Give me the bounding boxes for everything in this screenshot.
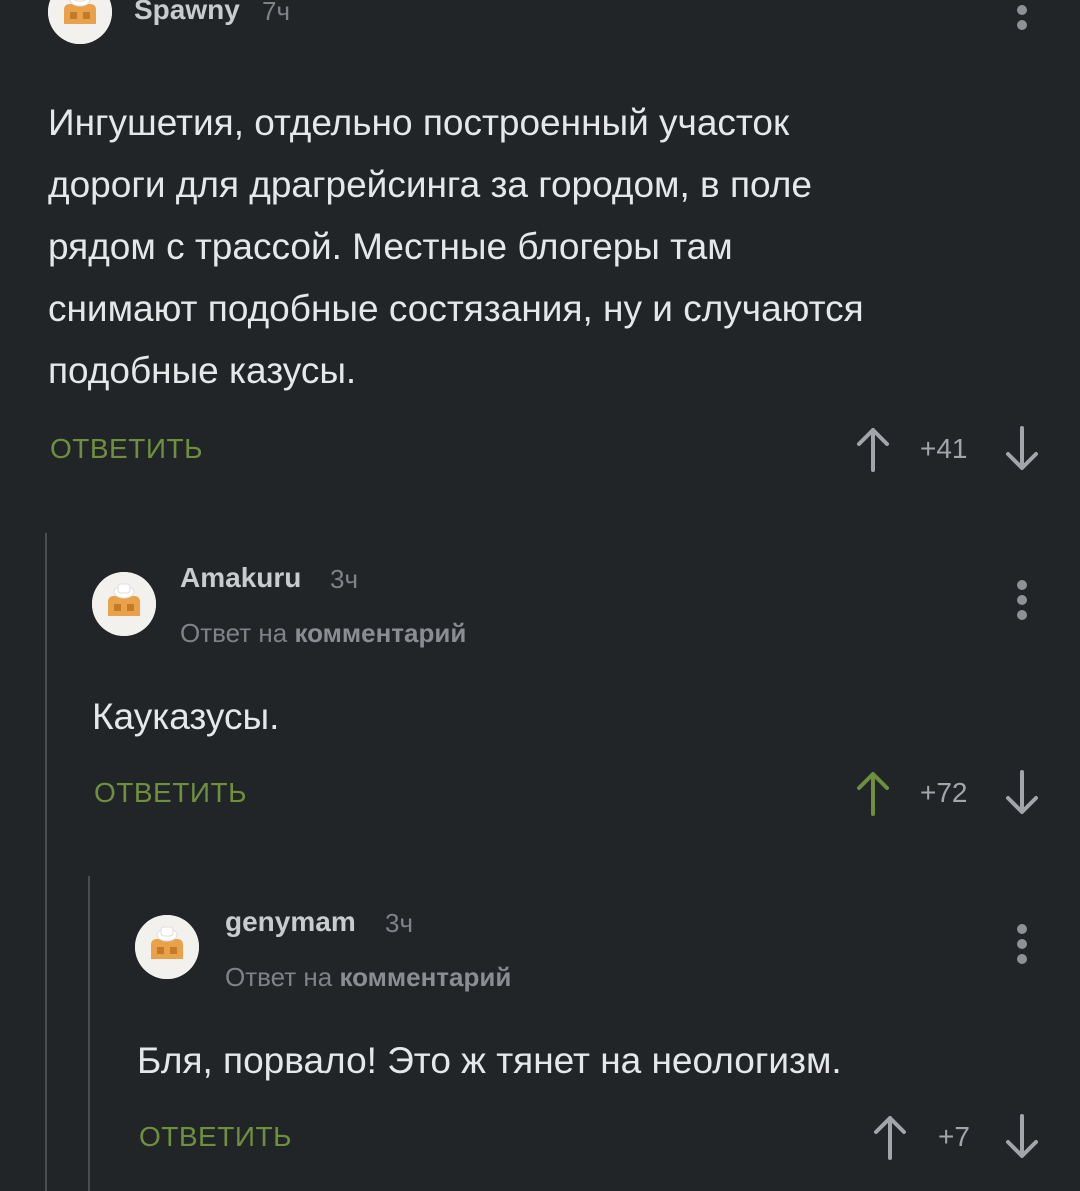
- rating-count: +72: [920, 777, 968, 808]
- reply-to-prefix: Ответ на: [225, 962, 333, 992]
- comment-text-line: подобные казусы.: [48, 350, 357, 391]
- default-avatar-icon: [92, 572, 156, 636]
- comment-text: Кауказусы.: [92, 686, 279, 748]
- arrow-up-icon[interactable]: [855, 770, 891, 816]
- comment-username[interactable]: Spawny: [134, 0, 240, 26]
- reply-button[interactable]: ОТВЕТИТЬ: [50, 433, 203, 465]
- arrow-down-icon[interactable]: [1004, 1114, 1040, 1160]
- arrow-up-icon[interactable]: [872, 1114, 908, 1160]
- comment-text-line: снимают подобные состязания, ну и случаю…: [48, 288, 864, 329]
- comment-text-line: дороги для драгрейсинга за городом, в по…: [48, 164, 812, 205]
- thread-line-level-2: [88, 876, 90, 1191]
- comment-username[interactable]: genymam: [225, 906, 356, 938]
- more-vertical-icon[interactable]: [1012, 580, 1032, 620]
- default-avatar-icon: [48, 0, 112, 44]
- reply-button[interactable]: ОТВЕТИТЬ: [94, 777, 247, 809]
- arrow-down-icon[interactable]: [1004, 426, 1040, 472]
- comment-time: 3ч: [385, 908, 414, 938]
- thread-line-level-1: [45, 533, 47, 1191]
- avatar[interactable]: [92, 572, 156, 636]
- comment-text-line: рядом с трассой. Местные блогеры там: [48, 226, 733, 267]
- reply-to-label: Ответ на комментарий: [225, 962, 511, 993]
- rating-count: +41: [920, 433, 968, 464]
- comment-text-line: Кауказусы.: [92, 696, 280, 737]
- arrow-down-icon[interactable]: [1004, 770, 1040, 816]
- more-vertical-icon[interactable]: [1012, 924, 1032, 964]
- comment-time: 3ч: [330, 564, 359, 594]
- comment-text: Ингушетия, отдельно построенный участок …: [48, 92, 864, 402]
- reply-to-link[interactable]: комментарий: [294, 618, 466, 648]
- avatar[interactable]: [48, 0, 112, 44]
- comment-text-line: Бля, порвало! Это ж тянет на неологизм.: [137, 1040, 842, 1081]
- reply-to-prefix: Ответ на: [180, 618, 288, 648]
- default-avatar-icon: [135, 915, 199, 979]
- comment-text-line: Ингушетия, отдельно построенный участок: [48, 102, 790, 143]
- more-vertical-icon[interactable]: [1012, 0, 1032, 30]
- arrow-up-icon[interactable]: [855, 426, 891, 472]
- comment-text: Бля, порвало! Это ж тянет на неологизм.: [137, 1030, 842, 1092]
- rating-count: +7: [938, 1121, 970, 1152]
- comment-time: 7ч: [262, 0, 291, 26]
- comment-username[interactable]: Amakuru: [180, 562, 301, 594]
- reply-button[interactable]: ОТВЕТИТЬ: [139, 1121, 292, 1153]
- avatar[interactable]: [135, 915, 199, 979]
- reply-to-link[interactable]: комментарий: [339, 962, 511, 992]
- reply-to-label: Ответ на комментарий: [180, 618, 466, 649]
